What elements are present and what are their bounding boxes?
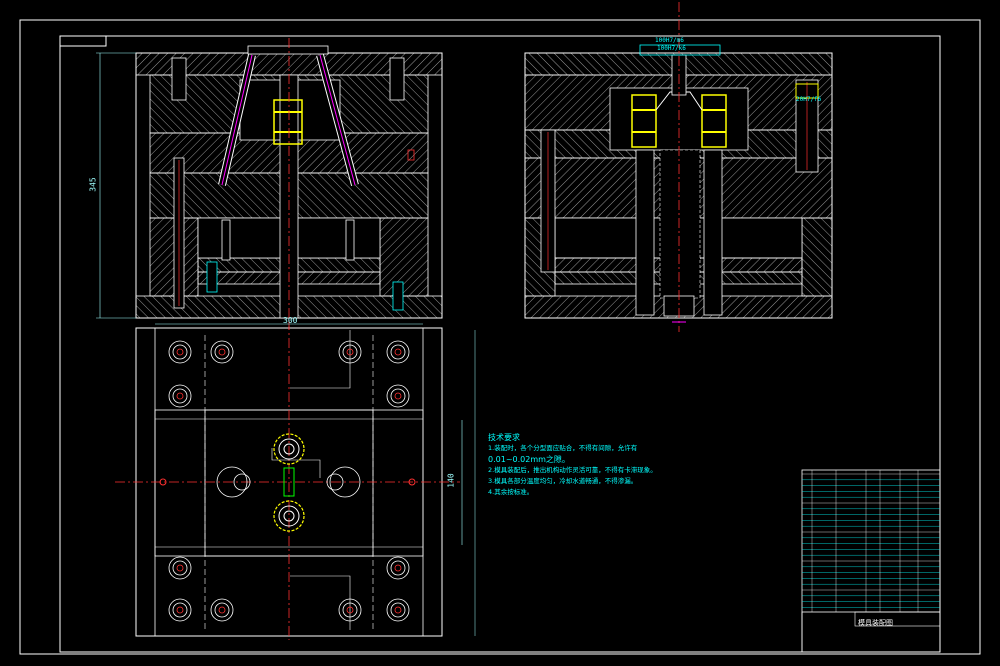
bolt-circle bbox=[176, 564, 184, 572]
bolt-circle bbox=[176, 348, 184, 356]
dim-right-height: 140 bbox=[446, 473, 456, 488]
bolt-circle bbox=[176, 606, 184, 614]
bolt-circle bbox=[172, 388, 188, 404]
bolt-circle bbox=[394, 564, 402, 572]
bolt-circle bbox=[218, 348, 226, 356]
bolt-circle bbox=[172, 602, 188, 618]
bolt-circle bbox=[168, 384, 192, 408]
bolt-circle bbox=[214, 344, 230, 360]
notes-line-4: 3.模具各部分温度均匀，冷却水道畅通，不得渗漏。 bbox=[488, 477, 638, 485]
bolt-circle bbox=[172, 560, 188, 576]
notes-title: 技术要求 bbox=[488, 433, 520, 442]
notes-line-5: 4.其余按标准。 bbox=[488, 488, 534, 496]
fit-tag-sprue-2: 100H7/k6 bbox=[657, 45, 686, 52]
bolt-circle bbox=[168, 598, 192, 622]
bolt-circle bbox=[214, 602, 230, 618]
cad-drawing-canvas bbox=[19, 2, 981, 655]
bolt-circle bbox=[210, 340, 234, 364]
left-section-view bbox=[96, 38, 443, 330]
bolt-circle bbox=[386, 340, 410, 364]
bolt-circle bbox=[168, 340, 192, 364]
fit-tag-sprue-1: 100H7/m6 bbox=[655, 37, 684, 44]
bolt-circle bbox=[390, 388, 406, 404]
bolt-circle bbox=[176, 392, 184, 400]
bolt-circle bbox=[386, 384, 410, 408]
fit-tag-pin: 20H7/f6 bbox=[796, 96, 822, 103]
bolt-circle bbox=[390, 560, 406, 576]
bolt-circle bbox=[386, 556, 410, 580]
title-block-name: 模具装配图 bbox=[858, 619, 893, 627]
bolt-circle bbox=[394, 348, 402, 356]
bolt-circle bbox=[168, 556, 192, 580]
dim-plate-width: 300 bbox=[283, 316, 298, 325]
bolt-circle bbox=[394, 392, 402, 400]
plan-view bbox=[115, 320, 476, 640]
bolt-circle bbox=[386, 598, 410, 622]
notes-line-2: 0.01~0.02mm之隙。 bbox=[488, 455, 570, 464]
bolt-circle bbox=[172, 344, 188, 360]
dim-overall-height: 345 bbox=[88, 177, 98, 192]
cavity-gear-bottom bbox=[273, 500, 305, 532]
notes-line-3: 2.模具装配后，推出机构动作灵活可靠，不得有卡滞现象。 bbox=[488, 466, 657, 474]
bolt-circle bbox=[210, 598, 234, 622]
sheet-corner-tab bbox=[60, 36, 107, 47]
technical-notes: 技术要求 1.装配时，各个分型面应贴合，不得有间隙，允许有 0.01~0.02m… bbox=[488, 432, 678, 498]
bolt-circle bbox=[394, 606, 402, 614]
notes-line-1: 1.装配时，各个分型面应贴合，不得有间隙，允许有 bbox=[488, 444, 638, 452]
bolt-circle bbox=[390, 602, 406, 618]
bolt-circle bbox=[218, 606, 226, 614]
bolt-circle bbox=[390, 344, 406, 360]
